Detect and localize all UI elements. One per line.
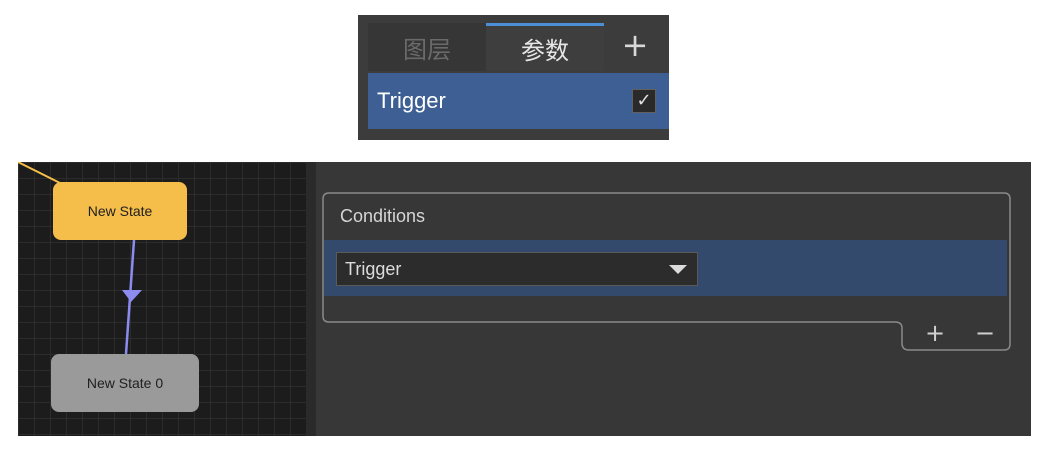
transition-inspector: Conditions Trigger + − — [316, 162, 1031, 436]
state-graph-canvas[interactable]: New State New State 0 — [18, 162, 306, 436]
tab-parameters[interactable]: 参数 — [486, 23, 604, 71]
panel-divider[interactable] — [306, 162, 316, 436]
condition-row[interactable]: Trigger — [324, 240, 1007, 296]
condition-parameter-dropdown[interactable]: Trigger — [336, 252, 698, 286]
parameter-row[interactable]: Trigger ✓ — [368, 73, 669, 129]
parameter-name: Trigger — [377, 88, 446, 113]
condition-parameter-value: Trigger — [345, 259, 402, 279]
transition-arrow-icon[interactable] — [122, 290, 142, 302]
parameter-checkbox[interactable]: ✓ — [632, 89, 656, 113]
state-node-new-state[interactable]: New State — [53, 182, 187, 240]
parameters-panel: 图层 参数 + Trigger ✓ — [358, 15, 669, 140]
tab-layers[interactable]: 图层 — [368, 23, 486, 71]
dropdown-arrow-icon — [669, 265, 687, 274]
add-parameter-button[interactable]: + — [612, 25, 658, 69]
state-node-new-state-0[interactable]: New State 0 — [51, 354, 199, 412]
entry-link — [18, 162, 63, 185]
remove-condition-button[interactable]: − — [970, 318, 1000, 348]
conditions-box: Conditions Trigger + − — [322, 192, 1011, 351]
add-condition-button[interactable]: + — [920, 318, 950, 348]
conditions-title: Conditions — [340, 206, 426, 226]
